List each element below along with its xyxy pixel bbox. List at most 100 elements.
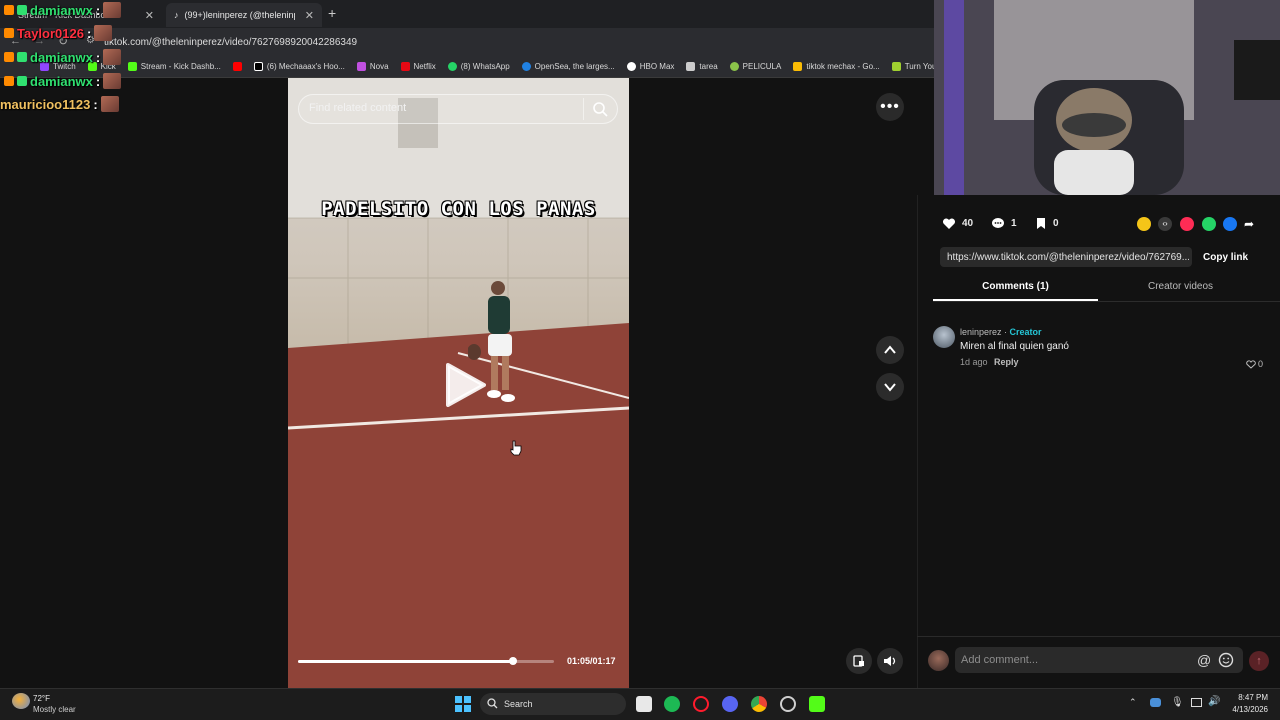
task-view-icon[interactable] (636, 696, 652, 712)
mention-icon[interactable]: @ (1197, 652, 1211, 668)
next-video-button[interactable] (876, 373, 904, 401)
embed-code-icon[interactable]: ‹› (1158, 217, 1172, 231)
emote-icon (94, 25, 113, 41)
bookmark-item[interactable]: Turn You (891, 62, 934, 71)
onedrive-icon[interactable] (1150, 698, 1161, 707)
comment-user-line: leninperez · Creator (960, 327, 1042, 337)
spotify-icon[interactable] (664, 696, 680, 712)
share-send-icon[interactable] (1180, 217, 1194, 231)
previous-video-button[interactable] (876, 336, 904, 364)
chevron-up-icon[interactable]: ⌃ (1129, 697, 1137, 708)
taskbar-search[interactable] (480, 693, 626, 715)
speaker-icon[interactable]: 🔊 (1208, 696, 1220, 707)
new-tab-icon[interactable]: + (328, 5, 336, 21)
discord-icon[interactable] (722, 696, 738, 712)
copy-link-button[interactable]: Copy link (1203, 252, 1248, 263)
google-drive-icon (793, 62, 803, 71)
comment-like-button[interactable]: 0 (1246, 359, 1263, 369)
weather-desc[interactable]: Mostly clear (33, 705, 76, 714)
chat-message: damianwx : (4, 49, 122, 65)
whatsapp-share-icon[interactable] (1202, 217, 1216, 231)
bookmark-label: Turn You (904, 62, 934, 71)
comment-count: 1 (1011, 218, 1017, 229)
right-panel (917, 195, 1280, 688)
bookmark-item[interactable]: OpenSea, the larges... (521, 62, 615, 71)
bookmark-icon (1037, 218, 1045, 229)
bookmark-item[interactable]: tiktok mechax - Go... (793, 62, 880, 71)
bookmarks-bar: Twitch Kick Stream - Kick Dashb... (6) M… (0, 56, 934, 78)
tab-comments[interactable]: Comments (1) (933, 281, 1098, 292)
comment-time: 1d ago (960, 357, 988, 367)
progress-knob[interactable] (509, 657, 518, 665)
network-icon[interactable] (1191, 698, 1202, 707)
badge-icon (4, 52, 14, 62)
tab-label: (99+)leninperez (@theleninpere (184, 10, 295, 20)
kick-app-icon[interactable] (809, 696, 825, 712)
volume-button[interactable] (877, 648, 903, 674)
tab-tiktok[interactable]: ♪ (99+)leninperez (@theleninpere ✕ (166, 3, 322, 27)
bookmark-item[interactable]: Stream - Kick Dashb... (127, 62, 221, 71)
chat-message: mauricioo1123 : (0, 96, 119, 112)
hbo-icon (626, 62, 636, 71)
composer-divider (917, 636, 1280, 637)
badge-icon (4, 28, 14, 38)
search-icon[interactable] (592, 101, 608, 117)
weather-icon[interactable] (12, 693, 30, 709)
comment-stat[interactable]: 1 (991, 217, 1017, 230)
steam-icon[interactable] (780, 696, 796, 712)
weather-temp[interactable]: 72°F (33, 694, 50, 703)
add-comment-placeholder: Add comment... (961, 654, 1039, 666)
url-text[interactable]: tiktok.com/@theleninperez/video/76276989… (104, 37, 357, 48)
mini-player-icon (853, 655, 864, 667)
windows-start-icon[interactable] (455, 696, 471, 712)
bookmark-item[interactable]: tarea (686, 62, 718, 71)
chat-user: Taylor0126 (17, 25, 84, 41)
badge-icon (4, 76, 14, 86)
bookmark-item[interactable] (232, 62, 242, 71)
badge-icon (4, 5, 14, 15)
browser-tab-bar: Stream - Kick Dashboard ✕ ♪ (99+)leninpe… (0, 0, 934, 28)
bookmark-item[interactable]: Netflix (400, 62, 436, 71)
more-options-button[interactable]: ••• (876, 93, 904, 121)
share-arrow-icon[interactable]: ➦ (1244, 217, 1254, 231)
like-stat[interactable]: 40 (942, 217, 973, 230)
bookmark-item[interactable]: PELICULA (729, 62, 781, 71)
bookmark-label: Netflix (413, 62, 436, 71)
mini-player-button[interactable] (846, 648, 872, 674)
close-tab-icon[interactable]: ✕ (145, 9, 154, 22)
emote-icon (100, 96, 119, 112)
share-repost-icon[interactable] (1137, 217, 1151, 231)
play-icon[interactable] (442, 363, 486, 407)
opera-icon[interactable] (693, 696, 709, 712)
pelicula-icon (729, 62, 739, 71)
tab-creator-videos[interactable]: Creator videos (1098, 281, 1263, 292)
bookmark-item[interactable]: HBO Max (626, 62, 674, 71)
chevron-up-icon (884, 345, 896, 354)
chat-sep: : (86, 25, 92, 41)
close-tab-icon[interactable]: ✕ (305, 9, 314, 22)
youtube-icon (232, 62, 242, 71)
search-placeholder: Find related content (309, 102, 407, 114)
emoji-icon[interactable] (1218, 652, 1234, 668)
clock-time[interactable]: 8:47 PM (1234, 693, 1268, 702)
kick-icon (127, 62, 137, 71)
comment-username[interactable]: leninperez (960, 327, 1002, 337)
chat-message: damianwx : (4, 73, 122, 89)
bookmark-item[interactable]: (6) Mechaaax's Hoo... (253, 62, 345, 71)
facebook-share-icon[interactable] (1223, 217, 1237, 231)
chrome-icon[interactable] (751, 696, 767, 712)
send-comment-button[interactable]: ↑ (1249, 651, 1269, 671)
bookmark-item[interactable]: (8) WhatsApp (447, 62, 510, 71)
bookmark-item[interactable]: Nova (356, 62, 389, 71)
webcam-scene (934, 0, 1280, 195)
more-icon: ••• (880, 98, 900, 115)
clock-date[interactable]: 4/13/2026 (1226, 705, 1268, 714)
bookmark-label: tarea (699, 62, 718, 71)
comment-avatar[interactable] (933, 326, 955, 348)
save-stat[interactable]: 0 (1035, 217, 1059, 230)
heart-icon (942, 218, 956, 229)
chat-user: damianwx (30, 49, 93, 65)
microphone-icon[interactable]: 🎙 (1171, 697, 1184, 708)
video-link-text[interactable]: https://www.tiktok.com/@theleninperez/vi… (947, 252, 1189, 263)
reply-button[interactable]: Reply (994, 357, 1019, 367)
